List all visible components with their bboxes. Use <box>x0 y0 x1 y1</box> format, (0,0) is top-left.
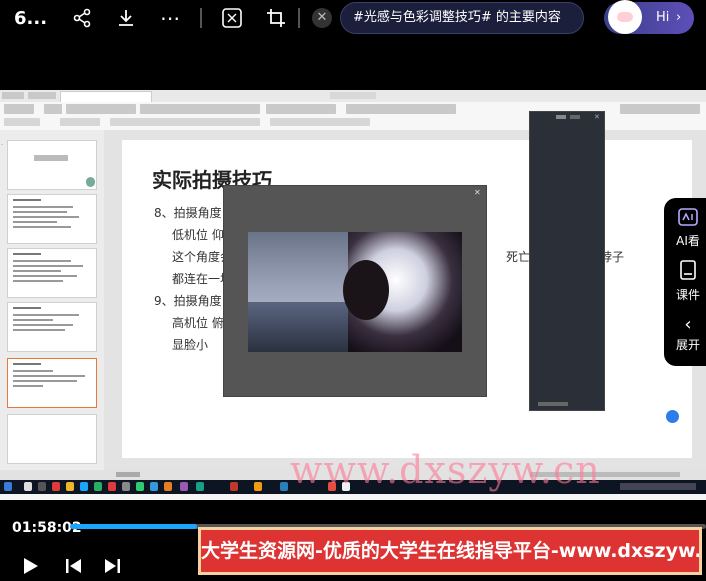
close-icon[interactable]: ✕ <box>474 188 481 197</box>
taskbar-icon <box>108 482 116 491</box>
screenshot-icon[interactable] <box>218 0 246 40</box>
courseware-label: 课件 <box>675 288 700 302</box>
taskbar-icon <box>180 482 188 491</box>
slide-text: 8、拍摄角度 <box>154 206 222 220</box>
taskbar-icon <box>230 482 238 491</box>
ribbon-item <box>140 104 260 114</box>
side-panel-window[interactable]: ✕ <box>529 111 605 411</box>
ai-watch-button[interactable]: AI看 <box>664 208 706 249</box>
video-title: 6... <box>14 8 48 29</box>
taskbar-icon <box>280 482 288 491</box>
taskbar-icon <box>94 482 102 491</box>
slide-thumbnail[interactable] <box>7 140 97 190</box>
close-icon[interactable]: ✕ <box>312 8 332 28</box>
ribbon-item <box>4 118 40 126</box>
taskbar-icon <box>66 482 74 491</box>
taskbar-icon <box>38 482 46 491</box>
slide-text: 高机位 俯 <box>172 316 224 330</box>
slide-thumbnail-selected[interactable] <box>7 358 97 408</box>
top-bar: 6... ⋯ ✕ #光感与色彩调整技巧# 的主要内容 Hi › <box>0 0 706 36</box>
slide-thumbnail-panel: · <box>0 130 105 470</box>
courseware-icon <box>664 260 706 286</box>
ai-watch-label: AI看 <box>676 234 700 248</box>
expand-button[interactable]: ‹ 展开 <box>664 314 706 353</box>
taskbar-icon <box>24 482 32 491</box>
taskbar-icon <box>196 482 204 491</box>
panel-footer <box>538 402 568 406</box>
system-tray <box>620 483 696 490</box>
slide-text: 低机位 仰 <box>172 228 224 242</box>
close-icon[interactable]: ✕ <box>594 113 600 121</box>
taskbar-icon <box>136 482 144 491</box>
ribbon-item <box>346 104 456 114</box>
slide-number: · <box>1 142 3 149</box>
portrait-photo <box>248 232 462 352</box>
mascot-avatar <box>608 0 642 34</box>
previous-icon[interactable] <box>64 556 84 581</box>
courseware-button[interactable]: 课件 <box>664 260 706 303</box>
taskbar-icon <box>52 482 60 491</box>
more-icon[interactable]: ⋯ <box>156 0 184 36</box>
taskbar-icon <box>4 482 12 491</box>
slide-text: 9、拍摄角度 <box>154 294 222 308</box>
ribbon-item <box>620 104 700 114</box>
watermark: www.dxszyw.cn <box>290 448 601 492</box>
panel-tab <box>570 115 580 119</box>
crop-icon[interactable] <box>262 0 290 40</box>
divider <box>298 8 300 28</box>
ai-topic-pill[interactable]: #光感与色彩调整技巧# 的主要内容 <box>340 2 584 34</box>
window-title <box>330 92 376 99</box>
next-icon[interactable] <box>102 556 122 581</box>
ribbon-item <box>290 118 360 126</box>
divider <box>200 8 202 28</box>
tab <box>28 92 56 99</box>
slide-text: 显脸小 <box>172 338 209 352</box>
promo-banner: 大学生资源网-优质的大学生在线指导平台-www.dxszyw.cn <box>198 527 702 575</box>
ai-watch-icon <box>664 208 706 232</box>
ribbon-item <box>110 118 260 126</box>
ribbon-item <box>66 104 136 114</box>
play-icon[interactable] <box>20 556 40 581</box>
taskbar-icon <box>164 482 172 491</box>
expand-label: 展开 <box>675 338 700 352</box>
expand-icon: ‹ <box>684 314 692 335</box>
ribbon-item <box>44 104 62 114</box>
hi-assistant-button[interactable]: Hi › <box>604 0 694 34</box>
ribbon-item <box>4 104 34 114</box>
taskbar-icon <box>122 482 130 491</box>
tab <box>2 92 24 99</box>
taskbar-icon <box>150 482 158 491</box>
side-tool-panel: AI看 课件 ‹ 展开 <box>664 198 706 366</box>
download-icon[interactable] <box>112 0 140 39</box>
ribbon-item <box>60 118 100 126</box>
slide-thumbnail[interactable] <box>7 302 97 352</box>
panel-tab <box>556 115 566 119</box>
chevron-right-icon: › <box>676 10 682 25</box>
ribbon-item <box>266 104 336 114</box>
slide-thumbnail[interactable] <box>7 194 97 244</box>
slide-thumbnail[interactable] <box>7 248 97 298</box>
progress-fill <box>70 524 198 529</box>
share-icon[interactable] <box>68 0 96 39</box>
hi-label: Hi <box>656 10 670 25</box>
image-preview-dialog[interactable]: ✕ <box>223 185 487 397</box>
taskbar-icon <box>254 482 262 491</box>
chat-icon[interactable] <box>666 410 679 423</box>
slide-thumbnail[interactable] <box>7 414 97 464</box>
taskbar-icon <box>80 482 88 491</box>
video-frame[interactable]: · 实际拍摄技巧 8、拍摄角度 低机位 仰 这个角度会 脖子 都连在一块 9、拍… <box>0 90 706 500</box>
